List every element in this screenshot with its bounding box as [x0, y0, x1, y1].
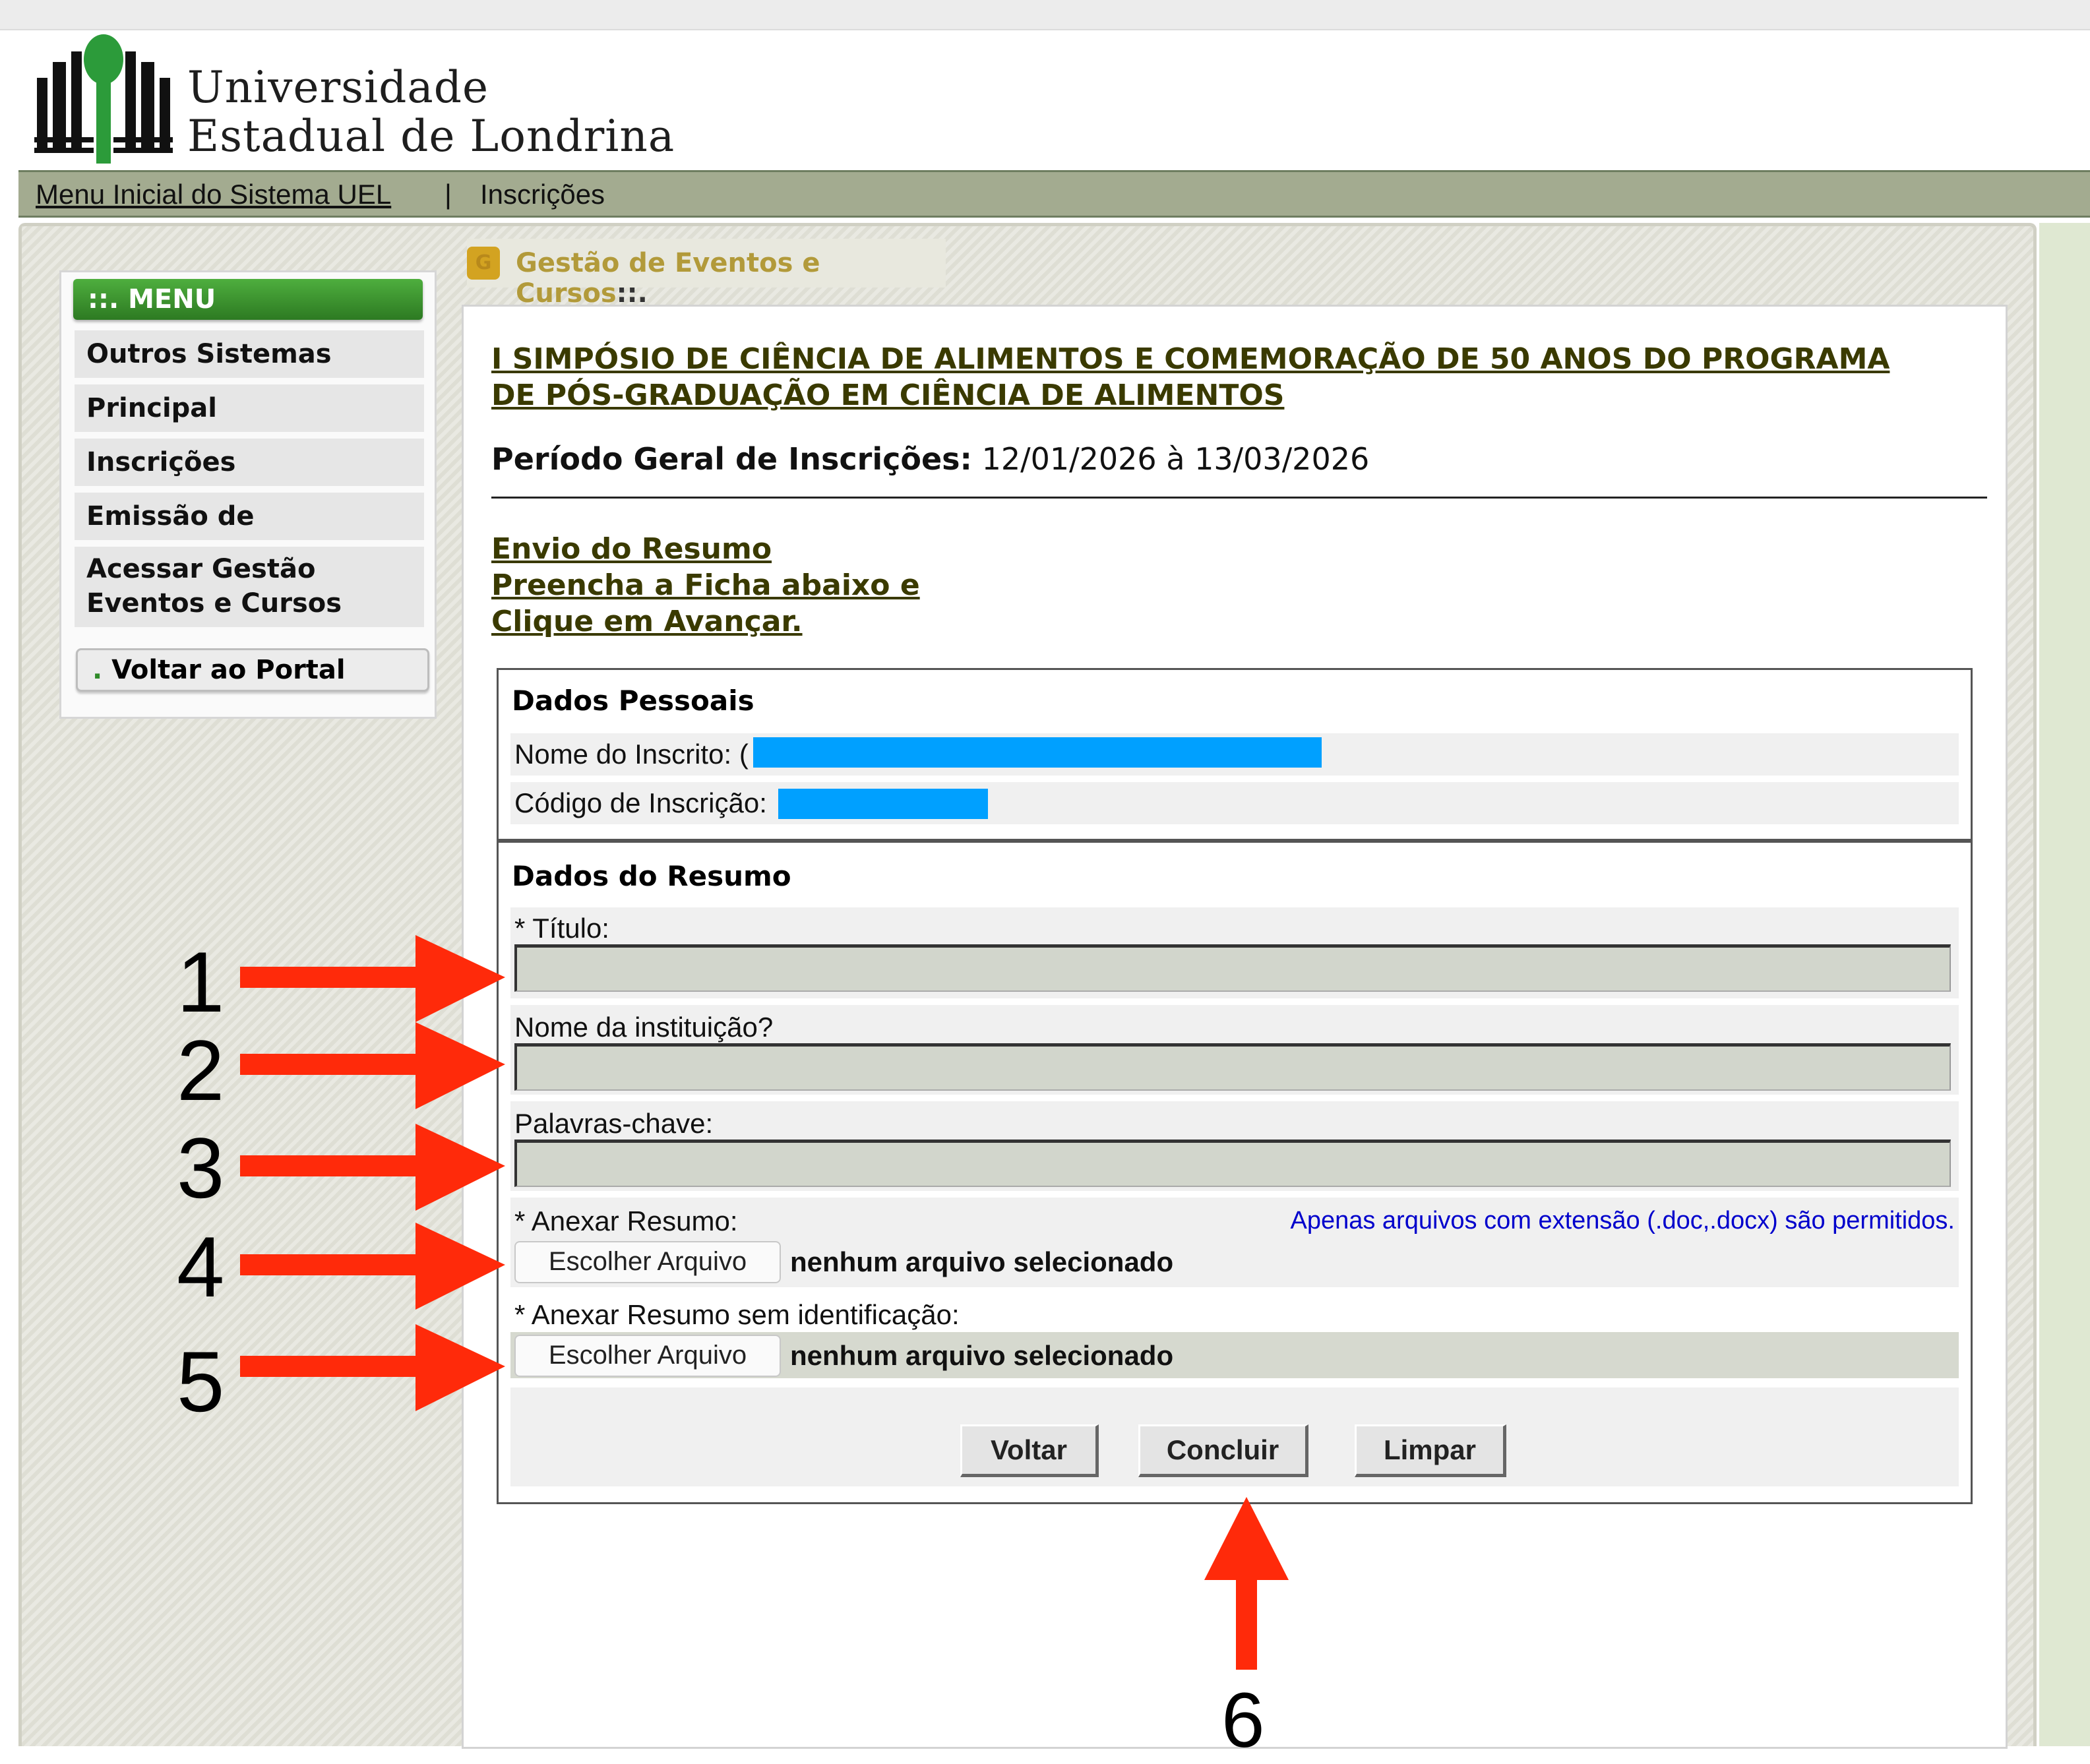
sidebar-menu: ::. MENU Outros Sistemas Principal Inscr…: [59, 270, 437, 719]
instruction-line-2: Preencha a Ficha abaixo e: [491, 568, 920, 602]
annotation-number-3: 3: [177, 1120, 225, 1216]
actions-row: Voltar Concluir Limpar: [510, 1387, 1959, 1486]
event-title-link[interactable]: I SIMPÓSIO DE CIÊNCIA DE ALIMENTOS E COM…: [491, 341, 1942, 413]
annotation-number-2: 2: [177, 1022, 225, 1118]
module-g-icon: G: [467, 247, 500, 280]
file-extension-hint: Apenas arquivos com extensão (.doc,.docx…: [1290, 1207, 1955, 1234]
annotation-number-6: 6: [1221, 1677, 1265, 1764]
annotation-arrow-3-icon: [240, 1124, 505, 1211]
sidebar-item-inscricoes[interactable]: Inscrições: [75, 439, 424, 486]
row-anexar-resumo: * Anexar Resumo: Apenas arquivos com ext…: [510, 1198, 1959, 1287]
limpar-button[interactable]: Limpar: [1355, 1424, 1506, 1477]
module-title: Gestão de Eventos e Cursos: [516, 248, 820, 309]
instruction-line-1: Envio do Resumo: [491, 532, 772, 566]
row-codigo-inscricao: Código de Inscrição:: [510, 782, 1959, 824]
abstract-data-title: Dados do Resumo: [512, 860, 791, 892]
anexar-resumo-label: * Anexar Resumo:: [514, 1205, 738, 1236]
period-value: 12/01/2026 à 13/03/2026: [981, 441, 1370, 477]
redacted-code: [778, 789, 988, 819]
redacted-name: [753, 737, 1322, 768]
registration-period: Período Geral de Inscrições: 12/01/2026 …: [491, 441, 1369, 477]
nav-separator: |: [445, 179, 452, 210]
sidebar-item-acessar-gestao[interactable]: Acessar Gestão Eventos e Cursos: [75, 547, 424, 627]
row-palavras-chave: Palavras-chave:: [510, 1101, 1959, 1191]
row-titulo: * Título:: [510, 907, 1959, 998]
abstract-data-section: Dados do Resumo * Título: Nome da instit…: [497, 841, 1973, 1504]
voltar-ao-portal-button[interactable]: . Voltar ao Portal: [76, 648, 429, 692]
sidebar-item-principal[interactable]: Principal: [75, 384, 424, 432]
logo-line-2: Estadual de Londrina: [187, 111, 675, 162]
green-dot-icon: .: [92, 655, 103, 685]
annotation-arrow-1-icon: [240, 935, 505, 1022]
anexar-sem-id-status: nenhum arquivo selecionado: [790, 1340, 1174, 1371]
personal-data-section: Dados Pessoais Nome do Inscrito: ( Códig…: [497, 668, 1973, 841]
module-header: G Gestão de Eventos e Cursos::.: [467, 239, 946, 309]
titulo-input[interactable]: [514, 944, 1951, 992]
annotation-arrow-2-icon: [240, 1022, 505, 1109]
period-label: Período Geral de Inscrições:: [491, 441, 972, 477]
annotation-number-4: 4: [177, 1219, 225, 1315]
row-instituicao: Nome da instituição?: [510, 1005, 1959, 1095]
concluir-button[interactable]: Concluir: [1138, 1424, 1308, 1477]
annotation-arrow-5-icon: [240, 1324, 505, 1411]
titulo-label: * Título:: [514, 913, 609, 944]
annotation-arrow-6-icon: [1204, 1497, 1289, 1670]
nav-link-menu-inicial[interactable]: Menu Inicial do Sistema UEL: [36, 179, 391, 210]
anexar-resumo-status: nenhum arquivo selecionado: [790, 1246, 1174, 1277]
divider: [491, 497, 1987, 499]
personal-data-title: Dados Pessoais: [512, 684, 754, 717]
palavras-chave-input[interactable]: [514, 1140, 1951, 1187]
palavras-chave-label: Palavras-chave:: [514, 1108, 714, 1139]
instructions-link[interactable]: Envio do Resumo Preencha a Ficha abaixo …: [491, 531, 920, 640]
menu-header: ::. MENU: [73, 279, 423, 320]
instituicao-label: Nome da instituição?: [514, 1012, 774, 1043]
voltar-button[interactable]: Voltar: [960, 1424, 1099, 1477]
codigo-inscricao-label: Código de Inscrição:: [514, 787, 767, 818]
uel-logo-icon: [34, 34, 173, 164]
instituicao-input[interactable]: [514, 1043, 1951, 1091]
anexar-resumo-file-button[interactable]: Escolher Arquivo: [514, 1241, 781, 1283]
annotation-arrow-4-icon: [240, 1223, 505, 1310]
anexar-sem-id-file-button[interactable]: Escolher Arquivo: [514, 1335, 781, 1377]
nome-inscrito-value: (: [739, 739, 749, 770]
nome-inscrito-label: Nome do Inscrito:: [514, 739, 732, 770]
annotation-number-1: 1: [177, 934, 225, 1030]
nav-breadcrumb-inscricoes: Inscrições: [480, 179, 605, 210]
browser-top-strip: [0, 0, 2090, 30]
sidebar-item-emissao-certificados[interactable]: Emissão de Certificados: [75, 493, 424, 579]
instruction-line-3: Clique em Avançar.: [491, 605, 803, 638]
right-margin: [2039, 223, 2090, 1746]
top-navbar: Menu Inicial do Sistema UEL | Inscrições: [18, 170, 2090, 218]
anexar-sem-id-label: * Anexar Resumo sem identificação:: [514, 1299, 960, 1330]
row-nome-inscrito: Nome do Inscrito: (: [510, 733, 1959, 776]
annotation-number-5: 5: [177, 1333, 225, 1430]
university-logo[interactable]: Universidade Estadual de Londrina: [34, 29, 694, 167]
logo-line-1: Universidade: [187, 62, 489, 113]
sidebar-item-outros-sistemas[interactable]: Outros Sistemas: [75, 330, 424, 378]
row-anexar-sem-id: * Anexar Resumo sem identificação: Escol…: [510, 1294, 1959, 1378]
voltar-portal-label: Voltar ao Portal: [111, 655, 346, 685]
